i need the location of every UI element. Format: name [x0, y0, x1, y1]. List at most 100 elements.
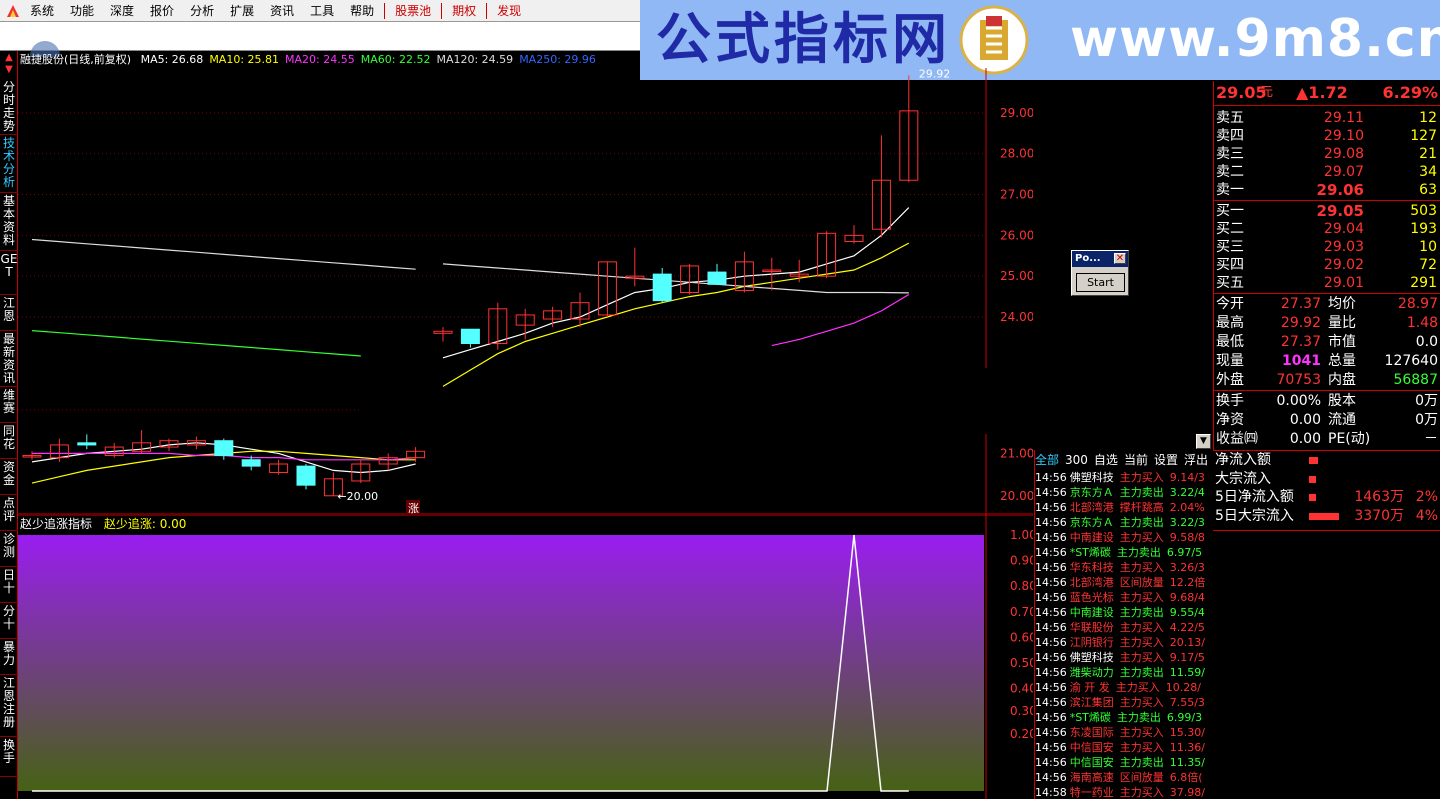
- ask-row: 卖二 29.07 34: [1216, 163, 1439, 181]
- left-tab-5[interactable]: 最新资讯: [0, 331, 18, 387]
- ma-label: MA60: 22.52: [360, 53, 431, 66]
- stat-label: 内盘: [1328, 372, 1356, 388]
- menu-extend[interactable]: 扩展: [222, 1, 262, 21]
- flow-time: 14:56: [1035, 501, 1067, 514]
- flow-name: 滨江集团: [1069, 696, 1114, 709]
- fund-row: 5日大宗流入 3370万 4%: [1215, 507, 1440, 526]
- menu-quote[interactable]: 报价: [142, 1, 182, 21]
- stat-label: 收益㈣: [1216, 431, 1258, 447]
- flow-row: 14:56 佛塑科技 主力买入 9.14/3: [1035, 470, 1213, 485]
- left-tab-10[interactable]: 诊测: [0, 531, 18, 567]
- flow-value: 9.55/4: [1169, 606, 1205, 619]
- ma-line-ma120: [31, 238, 416, 270]
- menu-depth[interactable]: 深度: [102, 1, 142, 21]
- flow-row: 14:56 京东方Ａ 主力卖出 3.22/4: [1035, 485, 1213, 500]
- flow-time: 14:56: [1035, 471, 1067, 484]
- stat-value: 70753: [1276, 372, 1321, 388]
- candle-body: [241, 459, 261, 467]
- left-tab-3[interactable]: GET: [0, 251, 18, 295]
- ask-volume: 63: [1419, 182, 1437, 198]
- indicator-chart[interactable]: 1.00 0.90 0.80 0.70 0.60 0.50 0.40 0.30 0.20: [18, 515, 1033, 799]
- bid-price: 29.02: [1323, 257, 1364, 273]
- y-tick-label: 29.00: [1000, 106, 1033, 120]
- flow-row: 14:56 华联股份 主力买入 4.22/5: [1035, 620, 1213, 635]
- flow-value: 20.13/: [1169, 636, 1205, 649]
- left-tab-15[interactable]: 换手: [0, 737, 18, 777]
- fund-label: 5日大宗流入: [1215, 508, 1294, 524]
- stat-value: 29.92: [1280, 315, 1321, 331]
- flow-time: 14:56: [1035, 666, 1067, 679]
- flow-type: 主力买入: [1119, 786, 1164, 799]
- menu-options[interactable]: 期权: [444, 1, 484, 21]
- stat2-left: 净资 0.00: [1216, 411, 1321, 429]
- scroll-down-icon[interactable]: ▼: [2, 65, 16, 75]
- flow-time: 14:56: [1035, 741, 1067, 754]
- stat-label: 今开: [1216, 296, 1244, 312]
- stat-label: 市值: [1328, 334, 1356, 350]
- left-tab-0[interactable]: 分时走势: [0, 79, 18, 135]
- flow-tab-5[interactable]: 浮出: [1184, 453, 1208, 467]
- stat-value: 0万: [1415, 393, 1438, 409]
- flow-type: 主力买入: [1119, 621, 1164, 634]
- quote-panel: 29.05 元 ▲1.72 6.29% 卖五 29.11 12 卖四 29.10 127 卖…: [1213, 81, 1440, 450]
- stat-left: 最高 29.92: [1216, 314, 1321, 332]
- bid-price: 29.04: [1323, 221, 1364, 237]
- menu-stock-pool[interactable]: 股票池: [387, 1, 439, 21]
- menu-news[interactable]: 资讯: [262, 1, 302, 21]
- flow-value: 4.22/5: [1169, 621, 1205, 634]
- flow-tab-2[interactable]: 自选: [1094, 453, 1118, 467]
- stat-value: 27.37: [1280, 334, 1321, 350]
- left-tab-8[interactable]: 资金: [0, 459, 18, 495]
- close-icon[interactable]: ✕: [1114, 253, 1126, 264]
- flow-type: 主力买入: [1119, 726, 1164, 739]
- flow-name: 北部湾港: [1069, 501, 1114, 514]
- flow-tab-3[interactable]: 当前: [1124, 453, 1148, 467]
- stat-label: 总量: [1328, 353, 1356, 369]
- price-unit: 元: [1260, 85, 1274, 100]
- ask-price: 29.08: [1323, 146, 1364, 162]
- menu-discover[interactable]: 发现: [489, 1, 529, 21]
- left-tab-12[interactable]: 分十: [0, 603, 18, 639]
- stat-value: 0.00: [1289, 431, 1321, 447]
- left-tab-6[interactable]: 维赛: [0, 387, 18, 423]
- menu-system[interactable]: 系统: [22, 1, 62, 21]
- chevron-down-icon[interactable]: ▼: [1196, 434, 1211, 449]
- stat2-right: 流通 0万: [1328, 411, 1438, 429]
- bid-row: 买四 29.02 72: [1216, 256, 1439, 274]
- bid-volume: 72: [1419, 257, 1437, 273]
- flow-value: 3.26/3: [1169, 561, 1205, 574]
- flow-name: 中信国安: [1069, 756, 1114, 769]
- banner-title: 公式指标网: [656, 7, 952, 71]
- flow-name: 东凌国际: [1069, 726, 1114, 739]
- flow-type: 主力买入: [1119, 696, 1164, 709]
- fund-label: 5日净流入额: [1215, 489, 1294, 505]
- left-tab-11[interactable]: 日十: [0, 567, 18, 603]
- flow-tab-1[interactable]: 300: [1065, 453, 1088, 467]
- bid-label: 买三: [1216, 239, 1244, 255]
- left-tab-14[interactable]: 江恩注册: [0, 675, 18, 737]
- left-tab-9[interactable]: 点评: [0, 495, 18, 531]
- menu-function[interactable]: 功能: [62, 1, 102, 21]
- menu-tools[interactable]: 工具: [302, 1, 342, 21]
- plugin-popup[interactable]: Po... ✕ Start: [1071, 250, 1129, 296]
- scroll-up-icon[interactable]: ▲: [2, 53, 16, 63]
- left-tab-13[interactable]: 暴力: [0, 639, 18, 675]
- left-tab-2[interactable]: 基本资料: [0, 193, 18, 251]
- flow-row: 14:56 佛塑科技 主力买入 9.17/5: [1035, 650, 1213, 665]
- flow-value: 2.04%: [1169, 501, 1205, 514]
- ask-row: 卖五 29.11 12: [1216, 109, 1439, 127]
- flow-tab-4[interactable]: 设置: [1154, 453, 1178, 467]
- kline-chart[interactable]: 29.00 28.00 27.00 26.00 25.00 24.00 21.00 20.00…: [18, 68, 1033, 515]
- left-tab-4[interactable]: 江恩: [0, 295, 18, 331]
- bid-row: 买五 29.01 291: [1216, 274, 1439, 292]
- bid-label: 买一: [1216, 203, 1244, 219]
- left-tab-1[interactable]: 技术分析: [0, 135, 18, 193]
- left-tab-7[interactable]: 同花: [0, 423, 18, 459]
- flow-tab-0[interactable]: 全部: [1035, 453, 1059, 467]
- menu-help[interactable]: 帮助: [342, 1, 382, 21]
- ask-price: 29.06: [1316, 181, 1364, 199]
- menu-analysis[interactable]: 分析: [182, 1, 222, 21]
- stat-value: 0.00: [1289, 412, 1321, 428]
- start-button[interactable]: Start: [1076, 273, 1125, 292]
- flow-time: 14:56: [1035, 591, 1067, 604]
